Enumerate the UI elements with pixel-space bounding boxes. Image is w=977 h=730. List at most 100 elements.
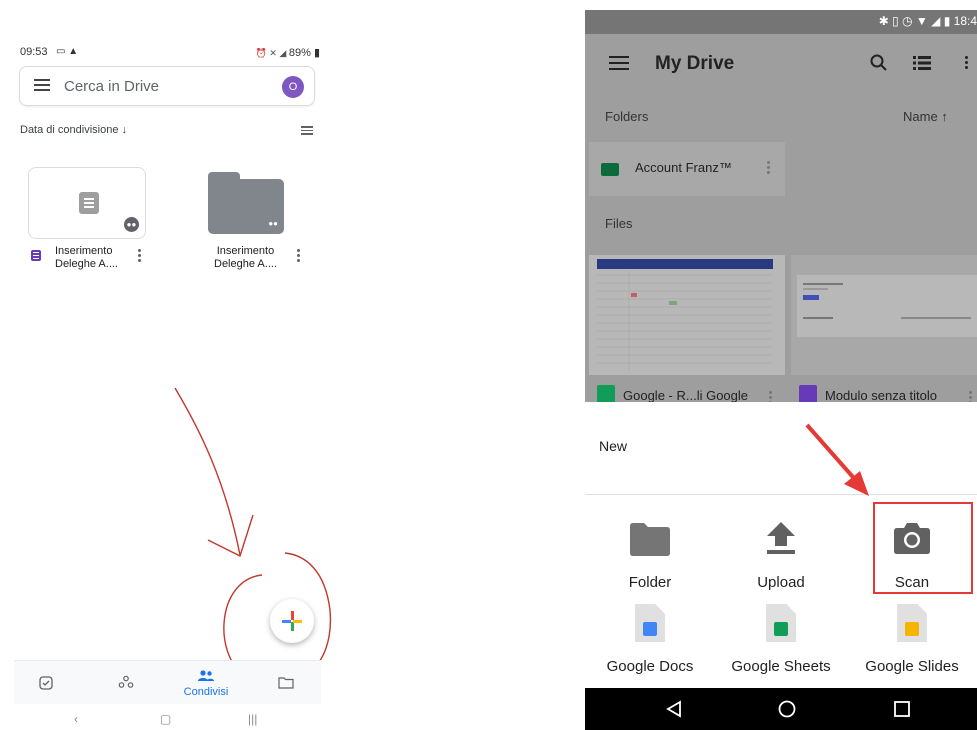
more-options-icon[interactable]: [965, 56, 969, 70]
people-icon: [198, 670, 214, 681]
divider: [585, 494, 977, 495]
drive-content-dimmed: Folders Name ↑ Account Franz™ Files Goog…: [585, 92, 977, 402]
nav-files[interactable]: [256, 661, 316, 705]
app-bar: My Drive: [585, 34, 977, 92]
shared-people-icon: ●●: [268, 219, 278, 228]
status-time: 09:53: [20, 46, 48, 58]
search-icon[interactable]: [869, 53, 889, 73]
right-phone-screen: ✱ ▯ ◷ ▼ ◢ ▮ 18:4 My Drive Folders Name ↑…: [585, 10, 977, 730]
signal-icon: ⏰ ✕ ◢: [255, 48, 289, 58]
status-right: ⏰ ✕ ◢ 89% ▮: [256, 46, 320, 59]
forms-icon: [799, 385, 817, 402]
status-right: ✱ ▯ ◷ ▼ ◢ ▮ 18:4: [879, 14, 977, 28]
form-preview-image: [791, 255, 977, 375]
folders-header: Folders: [605, 109, 649, 124]
new-folder-option[interactable]: Folder: [585, 512, 715, 592]
nav-workspaces[interactable]: [96, 661, 156, 705]
back-icon[interactable]: [665, 700, 683, 718]
sheets-icon: [766, 604, 796, 642]
arrow-down-icon: ↓: [121, 124, 128, 136]
search-bar[interactable]: Cerca in Drive O: [19, 66, 315, 106]
option-label: Google Sheets: [731, 658, 831, 675]
slides-icon: [897, 604, 927, 642]
status-battery: 89%: [288, 47, 311, 59]
google-slides-option[interactable]: Google Slides: [847, 600, 977, 680]
system-navigation: ‹ ▢ |||: [0, 712, 340, 730]
plus-icon: [282, 611, 302, 631]
more-options-icon[interactable]: [769, 391, 773, 402]
sheets-icon: [597, 385, 615, 402]
status-bar: 09:53 ▭ ▲ ⏰ ✕ ◢ 89% ▮: [20, 46, 320, 60]
spreadsheet-preview-image: [589, 255, 785, 375]
status-bar: ✱ ▯ ◷ ▼ ◢ ▮ 18:4: [585, 10, 977, 34]
sort-control[interactable]: Data di condivisione ↓: [20, 124, 127, 136]
new-fab-button[interactable]: [270, 599, 314, 643]
page-title: My Drive: [655, 53, 735, 74]
search-input[interactable]: Cerca in Drive: [64, 78, 159, 95]
bottom-navigation: Condivisi: [14, 660, 321, 704]
shared-people-icon: ●●: [124, 217, 139, 232]
left-phone-screen: 09:53 ▭ ▲ ⏰ ✕ ◢ 89% ▮ Cerca in Drive O D…: [0, 0, 340, 730]
system-navigation: [585, 688, 977, 730]
battery-icon: ▮: [310, 47, 320, 59]
docs-icon: [635, 604, 665, 642]
list-view-icon[interactable]: [913, 55, 931, 71]
form-icon: [79, 192, 99, 214]
sort-label: Data di condivisione: [20, 124, 119, 136]
status-time: 18:4: [953, 14, 977, 28]
more-options-icon[interactable]: [138, 249, 142, 263]
more-options-icon[interactable]: [297, 249, 301, 263]
new-bottom-sheet: New Folder Upload Scan Google Docs Googl…: [585, 402, 977, 688]
menu-icon[interactable]: [609, 56, 629, 74]
list-view-icon[interactable]: [301, 126, 313, 135]
option-label: Google Slides: [865, 658, 959, 675]
menu-icon[interactable]: [34, 79, 50, 93]
folder-icon: [630, 523, 670, 556]
file-name: Google - R...li Google: [623, 388, 749, 402]
folder-name-line2: Deleghe A....: [214, 258, 277, 270]
option-label: Upload: [757, 574, 805, 591]
avatar[interactable]: O: [282, 76, 304, 98]
upload-option[interactable]: Upload: [716, 512, 846, 592]
arrow-up-icon: ↑: [941, 109, 948, 124]
file-name: Inserimento Deleghe A....: [55, 245, 118, 271]
more-options-icon[interactable]: [969, 391, 973, 402]
nav-shared[interactable]: Condivisi: [176, 661, 236, 705]
home-icon[interactable]: [778, 700, 796, 718]
google-sheets-option[interactable]: Google Sheets: [716, 600, 846, 680]
sort-label: Name: [903, 109, 938, 124]
back-icon[interactable]: ‹: [74, 712, 78, 726]
status-icons: ✱ ▯ ◷ ▼ ◢ ▮: [878, 14, 954, 28]
sheet-title: New: [599, 438, 628, 454]
upload-icon: [767, 522, 795, 554]
recents-icon[interactable]: |||: [248, 712, 257, 726]
nav-priority[interactable]: [16, 661, 76, 705]
folder-item[interactable]: Account Franz™: [589, 142, 785, 196]
scan-highlight-box: [873, 502, 973, 594]
more-options-icon[interactable]: [767, 161, 771, 175]
folder-outline-icon: [278, 677, 294, 689]
option-label: Folder: [628, 574, 672, 591]
form-small-icon: [31, 250, 41, 261]
file-tile-sheets[interactable]: Google - R...li Google: [589, 255, 785, 402]
home-icon[interactable]: ▢: [160, 712, 171, 726]
file-tile-forms[interactable]: Modulo senza titolo: [791, 255, 977, 402]
workspaces-icon: [118, 675, 134, 688]
checkbox-icon: [39, 676, 53, 690]
sort-by-name[interactable]: Name ↑: [903, 109, 948, 124]
google-docs-option[interactable]: Google Docs: [585, 600, 715, 680]
shared-folder-thumbnail[interactable]: ●●: [208, 172, 284, 234]
folder-name: Account Franz™: [635, 160, 732, 175]
recents-icon[interactable]: [893, 700, 911, 718]
file-name: Modulo senza titolo: [825, 388, 938, 402]
folder-name-line1: Inserimento: [216, 245, 275, 257]
file-thumbnail-form[interactable]: ●●: [28, 167, 146, 239]
nav-shared-label: Condivisi: [183, 686, 229, 698]
file-name-line2: Deleghe A....: [55, 258, 118, 270]
option-label: Google Docs: [606, 658, 694, 675]
folder-name: Inserimento Deleghe A....: [214, 245, 277, 271]
files-header: Files: [605, 216, 633, 231]
shared-folder-icon: [601, 163, 619, 176]
file-name-line1: Inserimento: [55, 245, 113, 257]
drive-status-icon: ▭ ▲: [56, 46, 79, 57]
